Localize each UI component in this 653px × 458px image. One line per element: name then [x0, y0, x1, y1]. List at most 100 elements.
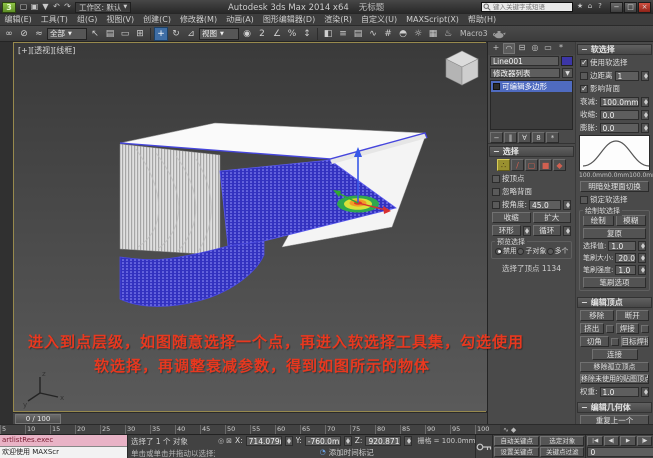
tab-hierarchy[interactable]: ⊟	[516, 43, 528, 54]
weight-field[interactable]: 1.0	[600, 387, 639, 397]
polygon-subobject-icon[interactable]: ■	[539, 159, 552, 171]
set-key-mode-button[interactable]: 设置关键点	[494, 447, 539, 457]
tab-create[interactable]: +	[490, 43, 502, 54]
percent-snap-icon[interactable]: %	[285, 27, 299, 41]
select-and-scale-icon[interactable]: ⊿	[184, 27, 198, 41]
unlink-selection-icon[interactable]: ⊘	[17, 27, 31, 41]
edge-distance-spinner[interactable]	[641, 71, 649, 81]
show-end-result-icon[interactable]: ‖	[504, 132, 517, 143]
weld-button[interactable]: 焊接	[616, 323, 640, 334]
open-file-icon[interactable]: ▣	[29, 2, 40, 13]
brush-strength-spinner[interactable]	[638, 265, 646, 275]
selection-rollout-header[interactable]: −选择	[489, 146, 574, 157]
bubble-spinner[interactable]	[641, 123, 649, 133]
rendered-frame-icon[interactable]: ▦	[426, 27, 440, 41]
by-vertex-checkbox[interactable]	[492, 175, 500, 183]
isolate-selection-icon[interactable]: ◎	[218, 437, 224, 445]
target-weld-button[interactable]: 目标焊接	[621, 336, 650, 347]
undo-icon[interactable]: ↶	[51, 2, 62, 13]
key-mode-icon[interactable]: ◆	[511, 426, 516, 434]
open-mini-curve-editor-icon[interactable]: ∿	[503, 426, 509, 434]
x-spinner[interactable]	[285, 436, 293, 446]
remove-modifier-icon[interactable]: 8	[532, 132, 545, 143]
shrink-button[interactable]: 收缩	[492, 212, 531, 223]
soft-selection-header[interactable]: −软选择	[577, 44, 652, 55]
redo-icon[interactable]: ↷	[62, 2, 73, 13]
break-button[interactable]: 断开	[616, 310, 650, 321]
auto-key-button[interactable]: 自动关键点	[494, 436, 539, 446]
repeat-last-button[interactable]: 重复上一个	[580, 415, 649, 424]
remove-button[interactable]: 移除	[580, 310, 614, 321]
menu-item[interactable]: 帮助(H)	[463, 14, 500, 25]
teapot-icon[interactable]	[492, 29, 506, 39]
menu-item[interactable]: 自定义(U)	[357, 14, 402, 25]
close-button[interactable]: ×	[638, 2, 651, 13]
material-editor-icon[interactable]: ◓	[396, 27, 410, 41]
loop-button[interactable]: 循环	[533, 225, 562, 236]
selection-value-spinner[interactable]	[638, 241, 646, 251]
timeline-ruler[interactable]: 5101520253035404550556065707580859095100	[0, 425, 500, 434]
brush-strength-field[interactable]: 1.0	[615, 265, 636, 275]
paint-button[interactable]: 绘制	[583, 215, 614, 226]
perspective-viewport[interactable]: [+][透视][线框]	[13, 42, 486, 412]
next-frame-button[interactable]: |▶	[637, 436, 652, 446]
play-button[interactable]: ▶	[620, 436, 635, 446]
set-keys-button[interactable]	[475, 435, 493, 458]
search-icon[interactable]	[483, 3, 491, 11]
chevron-down-icon[interactable]: ▼	[562, 68, 573, 78]
tab-motion[interactable]: ◎	[529, 43, 541, 54]
remove-isolated-vertices-button[interactable]: 移除孤立顶点	[580, 362, 649, 372]
weight-spinner[interactable]	[641, 387, 649, 397]
tab-utilities[interactable]: *	[555, 43, 567, 54]
selection-filter-dropdown[interactable]: 全部▼	[47, 28, 87, 40]
new-scene-icon[interactable]: ▢	[18, 2, 29, 13]
configure-modifier-icon[interactable]: *	[546, 132, 559, 143]
modifier-stack[interactable]: 可编辑多边形	[490, 80, 573, 130]
go-to-start-button[interactable]: |◀	[587, 436, 602, 446]
menu-item[interactable]: 创建(C)	[139, 14, 176, 25]
selected-filter-dropdown[interactable]: 选定对象	[540, 436, 585, 446]
falloff-spinner[interactable]	[641, 97, 649, 107]
pin-stack-icon[interactable]: −	[490, 132, 503, 143]
menu-item[interactable]: 视图(V)	[102, 14, 139, 25]
menu-item[interactable]: 渲染(R)	[320, 14, 357, 25]
curve-editor-icon[interactable]: ∿	[366, 27, 380, 41]
connect-button[interactable]: 连接	[592, 349, 638, 360]
ignore-backfacing-checkbox[interactable]	[492, 188, 500, 196]
tab-display[interactable]: ▭	[542, 43, 554, 54]
current-frame-field[interactable]: 0	[587, 447, 653, 457]
menu-item[interactable]: 动画(A)	[222, 14, 259, 25]
add-time-tag[interactable]: 添加时间标记	[329, 447, 374, 458]
object-name-field[interactable]: Line001	[490, 56, 559, 66]
pinch-spinner[interactable]	[641, 110, 649, 120]
key-filters-button[interactable]: 关键点过滤器...	[540, 447, 585, 457]
menu-item[interactable]: MAXScript(X)	[402, 15, 464, 24]
time-slider[interactable]: 0 / 100	[13, 412, 487, 424]
brush-size-spinner[interactable]	[638, 253, 646, 263]
chamfer-settings-icon[interactable]	[611, 338, 619, 346]
mirror-icon[interactable]: ◧	[321, 27, 335, 41]
ring-button[interactable]: 环形	[492, 225, 521, 236]
by-angle-checkbox[interactable]	[492, 201, 500, 209]
help-icon[interactable]: ?	[595, 2, 605, 12]
brush-size-field[interactable]: 20.0mm	[615, 253, 636, 263]
edge-distance-checkbox[interactable]	[580, 72, 588, 80]
bind-to-space-warp-icon[interactable]: ≈	[32, 27, 46, 41]
angle-snap-icon[interactable]: ∠	[270, 27, 284, 41]
lock-soft-selection-checkbox[interactable]	[580, 196, 588, 204]
selection-value-field[interactable]: 1.0	[608, 241, 636, 251]
z-spinner[interactable]	[404, 436, 412, 446]
extrude-settings-icon[interactable]	[606, 325, 614, 333]
bubble-field[interactable]: 0.0	[600, 123, 639, 133]
render-setup-icon[interactable]: ☼	[411, 27, 425, 41]
communication-center-icon[interactable]: ⌂	[585, 2, 595, 12]
time-slider-handle[interactable]: 0 / 100	[15, 414, 61, 424]
menu-item[interactable]: 编辑(E)	[0, 14, 36, 25]
save-file-icon[interactable]: ▼	[40, 2, 51, 13]
by-angle-field[interactable]: 45.0	[529, 200, 561, 210]
search-star-icon[interactable]: ★	[575, 2, 585, 12]
affect-backfacing-checkbox[interactable]	[580, 85, 588, 93]
brush-options-button[interactable]: 笔刷选项	[583, 277, 646, 288]
edit-vertices-header[interactable]: −编辑顶点	[577, 297, 652, 308]
z-coordinate-field[interactable]: 920.871mm	[365, 436, 401, 446]
